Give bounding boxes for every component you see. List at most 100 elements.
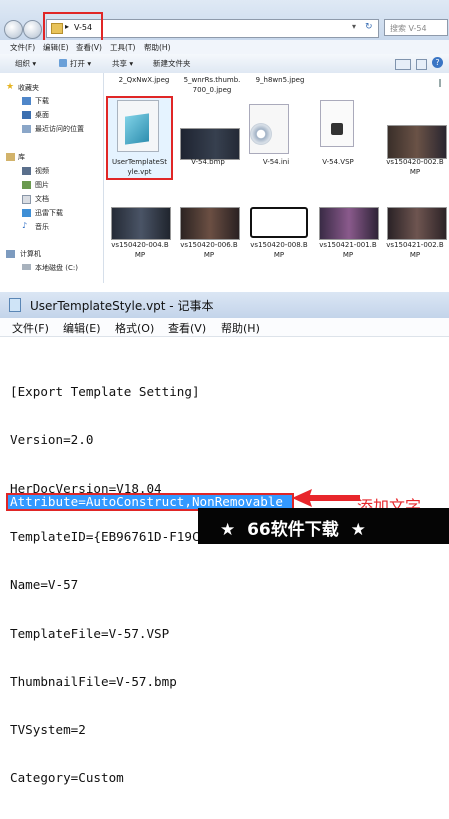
file-label[interactable]: 9_h8wn5.jpeg bbox=[244, 75, 316, 85]
scroll-indicator bbox=[439, 79, 441, 87]
menu-edit[interactable]: 编辑(E) bbox=[63, 320, 101, 336]
file-label[interactable]: vs150420-008.B bbox=[244, 240, 314, 250]
menu-view[interactable]: 查看(V) bbox=[168, 320, 206, 336]
forward-button[interactable] bbox=[23, 20, 42, 39]
explorer-titlebar: ▸ V-54 ▾ ↻ 搜索 V-54 bbox=[0, 0, 449, 43]
notepad-menubar: 文件(F) 编辑(E) 格式(O) 查看(V) 帮助(H) bbox=[0, 318, 449, 337]
media-icon bbox=[331, 123, 343, 135]
nav-desktop[interactable]: 桌面 bbox=[35, 110, 49, 120]
file-label[interactable]: vs150420-004.B bbox=[105, 240, 175, 250]
text-line: Category=Custom bbox=[10, 770, 124, 786]
file-label[interactable]: vs150421-002.B bbox=[381, 240, 449, 250]
menu-format[interactable]: 格式(O) bbox=[115, 320, 154, 336]
nav-pictures[interactable]: 图片 bbox=[35, 180, 49, 190]
image-thumbnail[interactable] bbox=[180, 207, 240, 240]
file-label[interactable]: vs150421-001.B bbox=[313, 240, 383, 250]
address-dropdown-icon[interactable]: ▾ bbox=[352, 22, 356, 31]
image-thumbnail[interactable] bbox=[319, 207, 379, 240]
favorites-star-icon: ★ bbox=[6, 82, 15, 92]
file-label[interactable]: MP bbox=[244, 250, 314, 260]
local-disk-icon bbox=[22, 264, 31, 270]
menu-file[interactable]: 文件(F) bbox=[12, 320, 49, 336]
share-button[interactable]: 共享 ▾ bbox=[112, 58, 133, 69]
menu-tools[interactable]: 工具(T) bbox=[110, 42, 135, 53]
selected-text-line[interactable]: Attribute=AutoConstruct,NonRemovable bbox=[8, 495, 292, 509]
file-label[interactable]: 700_0.jpeg bbox=[176, 85, 248, 95]
gear-icon bbox=[250, 123, 272, 145]
xunlei-icon bbox=[22, 209, 31, 217]
watermark-text: ★ 66软件下载 ★ bbox=[220, 520, 366, 540]
pictures-icon bbox=[22, 181, 31, 189]
videos-icon bbox=[22, 167, 31, 175]
image-thumbnail[interactable] bbox=[250, 207, 308, 238]
image-thumbnail[interactable] bbox=[111, 207, 171, 240]
file-label[interactable]: MP bbox=[313, 250, 383, 260]
music-icon: ♪ bbox=[22, 221, 28, 230]
file-label[interactable]: V-54.VSP bbox=[306, 157, 370, 167]
search-input[interactable]: 搜索 V-54 bbox=[384, 19, 448, 36]
nav-documents[interactable]: 文档 bbox=[35, 194, 49, 204]
refresh-icon[interactable]: ↻ bbox=[365, 22, 373, 32]
selected-line-text: Attribute=AutoConstruct,NonRemovable bbox=[10, 495, 283, 509]
annotation-arrow-icon bbox=[292, 489, 360, 507]
documents-icon bbox=[22, 195, 31, 204]
nav-xunlei[interactable]: 迅雷下载 bbox=[35, 208, 63, 218]
text-line: Version=2.0 bbox=[10, 432, 94, 448]
menu-view[interactable]: 查看(V) bbox=[76, 42, 102, 53]
open-icon bbox=[59, 59, 67, 67]
nav-music[interactable]: 音乐 bbox=[35, 222, 49, 232]
back-button[interactable] bbox=[4, 20, 23, 39]
menu-help[interactable]: 帮助(H) bbox=[144, 42, 171, 53]
file-label[interactable]: MP bbox=[381, 250, 449, 260]
navigation-pane: ★ 收藏夹 下载 桌面 最近访问的位置 库 视频 图片 文档 迅雷下载 ♪ 音乐… bbox=[0, 73, 104, 283]
file-label[interactable]: 5_wnrRs.thumb. bbox=[176, 75, 248, 85]
text-line: TVSystem=2 bbox=[10, 722, 86, 738]
nav-local-disk[interactable]: 本地磁盘 (C:) bbox=[35, 263, 78, 273]
settings-file-icon[interactable] bbox=[249, 104, 289, 154]
address-highlight-box bbox=[43, 12, 103, 43]
open-label: 打开 bbox=[70, 59, 85, 68]
nav-downloads[interactable]: 下载 bbox=[35, 96, 49, 106]
file-label[interactable]: V-54.bmp bbox=[176, 157, 240, 167]
text-line: ThumbnailFile=V-57.bmp bbox=[10, 673, 177, 689]
file-label[interactable]: UserTemplateSt bbox=[106, 157, 173, 167]
vpt-file-icon[interactable] bbox=[117, 100, 159, 152]
menu-edit[interactable]: 编辑(E) bbox=[43, 42, 69, 53]
text-line: Name=V-57 bbox=[10, 577, 79, 593]
image-thumbnail[interactable] bbox=[387, 207, 447, 240]
view-options-icon[interactable] bbox=[395, 59, 411, 70]
help-icon[interactable]: ? bbox=[432, 57, 443, 68]
recent-places-icon bbox=[22, 125, 31, 133]
text-line: TemplateFile=V-57.VSP bbox=[10, 625, 170, 641]
image-thumbnail[interactable] bbox=[180, 128, 240, 160]
file-label[interactable]: V-54.ini bbox=[244, 157, 308, 167]
menu-help[interactable]: 帮助(H) bbox=[221, 320, 260, 336]
notepad-text-area[interactable]: [Export Template Setting] Version=2.0 He… bbox=[10, 352, 382, 819]
file-label[interactable]: MP bbox=[105, 250, 175, 260]
file-label[interactable]: vs150420-002.B bbox=[381, 157, 449, 167]
file-label[interactable]: yle.vpt bbox=[106, 167, 173, 177]
libraries-icon bbox=[6, 153, 15, 161]
computer-icon bbox=[6, 250, 15, 258]
image-thumbnail[interactable] bbox=[387, 125, 447, 159]
file-label[interactable]: vs150420-006.B bbox=[174, 240, 244, 250]
vsp-file-icon[interactable] bbox=[320, 100, 354, 147]
watermark-banner: ★ 66软件下载 ★ bbox=[198, 508, 449, 544]
nav-libraries[interactable]: 库 bbox=[18, 152, 25, 162]
nav-favorites[interactable]: 收藏夹 bbox=[18, 83, 39, 93]
file-label[interactable]: 2_QxNwX.jpeg bbox=[108, 75, 180, 85]
new-folder-button[interactable]: 新建文件夹 bbox=[153, 58, 191, 69]
menu-file[interactable]: 文件(F) bbox=[10, 42, 35, 53]
nav-computer[interactable]: 计算机 bbox=[20, 249, 41, 259]
downloads-icon bbox=[22, 97, 31, 105]
file-label[interactable]: MP bbox=[381, 167, 449, 177]
organize-button[interactable]: 组织 ▾ bbox=[15, 58, 36, 69]
file-label[interactable]: MP bbox=[174, 250, 244, 260]
open-button[interactable]: 打开 ▾ bbox=[70, 58, 91, 69]
notepad-app-icon bbox=[9, 298, 21, 312]
explorer-window: ▸ V-54 ▾ ↻ 搜索 V-54 文件(F) 编辑(E) 查看(V) 工具(… bbox=[0, 0, 449, 283]
nav-recent[interactable]: 最近访问的位置 bbox=[35, 124, 84, 134]
nav-videos[interactable]: 视频 bbox=[35, 166, 49, 176]
desktop-icon bbox=[22, 111, 31, 119]
preview-pane-icon[interactable] bbox=[416, 59, 427, 70]
